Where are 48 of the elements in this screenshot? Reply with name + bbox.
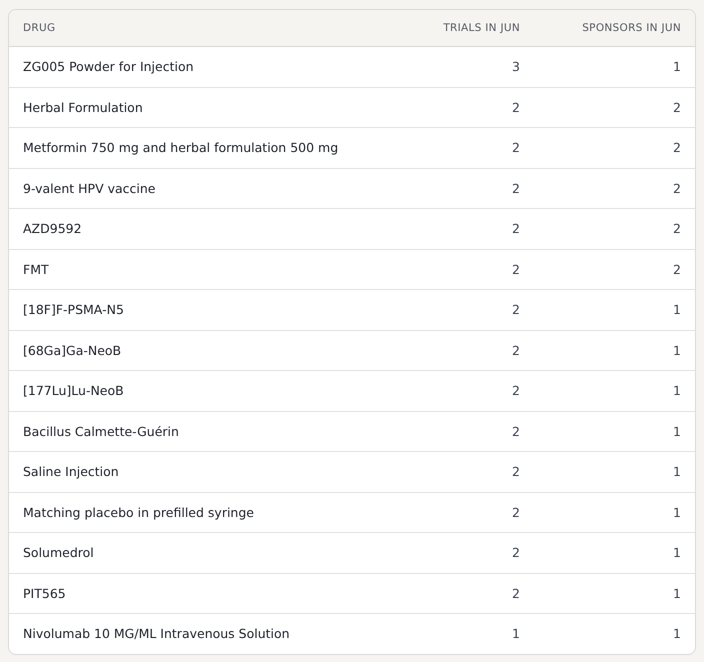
table-cell-text: 2 [511,140,520,156]
table-cell-text: AZD9592 [23,221,83,236]
table-cell-text: 1 [672,626,681,642]
table-cell-text: 2 [672,221,681,236]
table-cell-text: 2 [672,180,681,196]
column-header: SPONSORS IN JUN [581,22,681,34]
table-cell-text: 2 [511,383,520,398]
table-cell-text: Solumedrol [23,545,95,560]
table-cell-text: 2 [672,262,681,277]
table-cell-text: 2 [511,545,520,560]
table-cell-text: Nivolumab 10 MG/ML Intravenous Solution [23,626,291,642]
table-cell-text: Bacillus Calmette-Guérin [23,424,180,439]
table-cell-text: 9-valent HPV vaccine [23,180,156,196]
table-cell-text: 2 [511,302,520,318]
table-cell-text: 2 [672,100,681,115]
table-cell-text: 2 [511,464,520,480]
table-cell-text: 1 [672,302,681,318]
table-cell-text: 2 [511,100,520,115]
table-cell-text: 2 [511,342,520,358]
table-cell-text: [177Lu]Lu-NeoB [23,383,125,398]
table-cell-text: 1 [672,545,681,560]
table-cell-text: Matching placebo in prefilled syringe [23,504,255,520]
table-cell-text: 1 [511,626,520,642]
table-cell-text: PIT565 [23,586,67,601]
table-cell-text: Herbal Formulation [23,100,144,115]
table-cell-text: [68Ga]Ga-NeoB [23,342,122,358]
column-header: TRIALS IN JUN [442,22,520,34]
table-cell-text: 2 [511,586,520,601]
table-cell-text: 2 [511,424,520,439]
table-cell-text: 2 [511,262,520,277]
table-cell-text: 1 [672,586,681,601]
table-cell-text: 1 [672,464,681,480]
table-cell-text: Saline Injection [23,464,120,480]
table-cell-text: 1 [672,383,681,398]
table-cell-text: 2 [511,180,520,196]
table-cell-text: 3 [511,59,520,74]
table-cell-text: 1 [672,504,681,520]
table-cell-text: 2 [672,140,681,156]
table-cell-text: 1 [672,342,681,358]
table-cell-text: ZG005 Powder for Injection [23,59,195,74]
table-cell-text: 1 [672,424,681,439]
column-header: DRUG [23,22,56,34]
table-cell-text: FMT [23,262,50,277]
table-cell-text: Metformin 750 mg and herbal formulation 500 mg [23,140,340,156]
table-cell-text: 2 [511,221,520,236]
table-cell-text: 1 [672,59,681,74]
table-cell-text: [18F]F-PSMA-N5 [23,302,125,318]
table-cell-text: 2 [511,504,520,520]
